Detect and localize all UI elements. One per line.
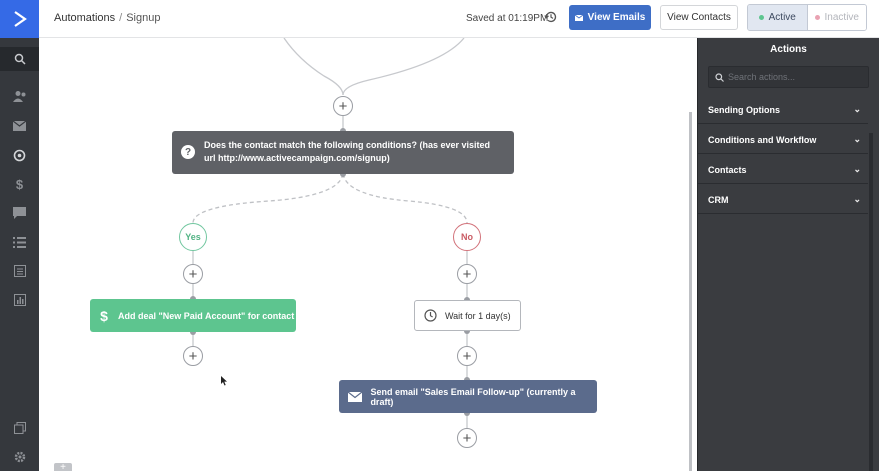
question-icon: ? [181,145,195,159]
breadcrumb-current: Signup [126,12,161,24]
actions-panel: Actions Sending Options ⌄ Conditions and … [697,38,879,471]
add-step-button[interactable]: + [183,264,203,284]
reports-icon[interactable] [0,288,39,312]
canvas-scrollbar[interactable] [689,112,692,471]
actions-panel-title: Actions [770,44,807,55]
left-navigation: $ [0,0,39,471]
add-deal-step-label: Add deal "New Paid Account" for contact [118,310,295,321]
breadcrumb-separator: / [119,12,123,24]
inactive-dot-icon [814,15,820,20]
contacts-icon[interactable] [0,84,39,108]
actions-search-input[interactable] [728,72,858,82]
section-conditions-workflow[interactable]: Conditions and Workflow ⌄ [698,126,868,154]
add-step-button[interactable]: + [457,264,477,284]
section-label: Contacts [708,164,747,175]
envelope-icon [339,391,370,402]
condition-step[interactable]: ? Does the contact match the following c… [172,131,514,174]
chevron-down-icon: ⌄ [853,104,861,114]
section-label: Conditions and Workflow [708,134,817,145]
section-crm[interactable]: CRM ⌄ [698,186,868,214]
section-label: CRM [708,194,729,205]
settings-icon[interactable] [0,445,39,469]
add-step-button[interactable]: + [333,96,353,116]
workflow-canvas[interactable]: + ? Does the contact match the following… [39,38,697,471]
status-toggle: Active Inactive [747,4,867,31]
search-icon[interactable] [0,47,39,71]
dollar-icon: $ [100,307,108,324]
wait-step-label: Wait for 1 day(s) [445,310,511,321]
send-email-step[interactable]: Send email "Sales Email Follow-up" (curr… [339,380,597,413]
no-branch-label: No [453,223,481,251]
campaigns-icon[interactable] [0,114,39,138]
logo-icon[interactable] [0,0,39,38]
status-inactive-option[interactable]: Inactive [807,5,866,30]
add-step-button[interactable]: + [457,428,477,448]
actions-search[interactable] [708,66,869,88]
add-step-button[interactable]: + [457,346,477,366]
add-deal-step[interactable]: $ Add deal "New Paid Account" for contac… [90,299,296,332]
view-emails-button[interactable]: View Emails [569,5,651,30]
clock-icon [415,309,445,322]
search-icon [715,72,724,82]
top-bar: Automations / Signup Saved at 01:19PM View… [39,0,879,38]
history-icon[interactable] [544,10,558,27]
wait-step[interactable]: Wait for 1 day(s) [414,300,521,331]
lists-icon[interactable] [0,230,39,254]
saved-status: Saved at 01:19PM [466,13,549,24]
chevron-down-icon: ⌄ [853,164,861,174]
conversations-icon[interactable] [0,201,39,225]
section-sending-options[interactable]: Sending Options ⌄ [698,96,868,124]
email-icon [574,14,583,21]
breadcrumb: Automations / Signup [54,12,160,24]
zoom-in-icon[interactable]: + [54,463,72,471]
mouse-cursor-icon [221,376,228,389]
breadcrumb-automations-link[interactable]: Automations [54,12,115,24]
apps-icon[interactable] [0,416,39,440]
status-active-label: Active [768,12,796,23]
forms-icon[interactable] [0,259,39,283]
deals-icon[interactable]: $ [0,172,39,196]
automations-icon[interactable] [0,143,39,167]
panel-scrollbar[interactable] [869,133,873,471]
yes-branch-label: Yes [179,223,207,251]
send-email-step-label: Send email "Sales Email Follow-up" (curr… [370,386,576,407]
status-inactive-label: Inactive [824,12,859,23]
chevron-down-icon: ⌄ [853,194,861,204]
chevron-down-icon: ⌄ [853,134,861,144]
section-contacts[interactable]: Contacts ⌄ [698,156,868,184]
condition-text: Does the contact match the following con… [204,140,491,163]
add-step-button[interactable]: + [183,346,203,366]
section-label: Sending Options [708,104,780,115]
status-active-option[interactable]: Active [748,5,808,30]
view-contacts-button[interactable]: View Contacts [660,5,738,30]
active-dot-icon [758,15,764,20]
view-emails-label: View Emails [587,12,646,23]
